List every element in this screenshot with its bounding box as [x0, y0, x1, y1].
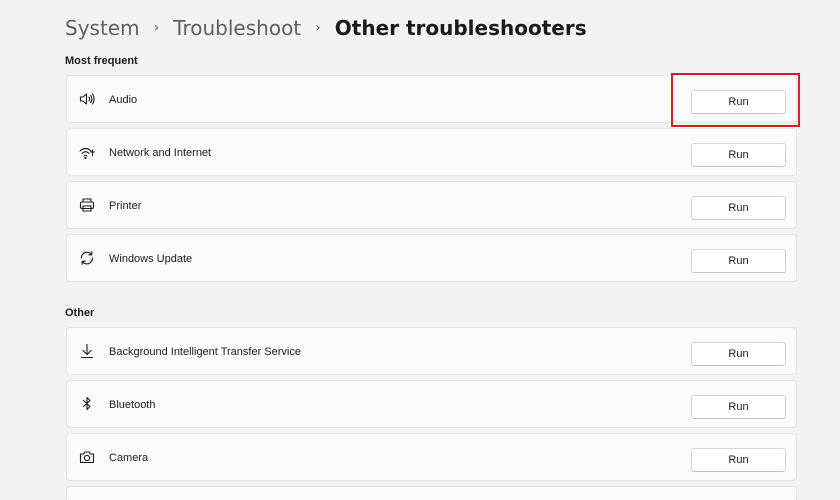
troubleshooter-bits: Background Intelligent Transfer Service …	[66, 327, 797, 375]
troubleshooter-bluetooth: Bluetooth Run	[66, 380, 797, 428]
run-network-button[interactable]: Run	[691, 143, 786, 167]
chevron-right-icon: ›	[153, 20, 160, 36]
troubleshooter-network-and-internet: Network and Internet Run	[66, 128, 797, 176]
section-title-other: Other	[65, 307, 95, 319]
bluetooth-icon	[78, 395, 96, 413]
breadcrumb-troubleshoot[interactable]: Troubleshoot	[173, 16, 301, 40]
download-icon	[78, 342, 96, 360]
breadcrumb-system[interactable]: System	[65, 16, 140, 40]
chevron-right-icon: ›	[315, 20, 321, 36]
run-bluetooth-button[interactable]: Run	[691, 395, 786, 419]
printer-icon	[78, 196, 96, 214]
section-title-most-frequent: Most frequent	[65, 55, 138, 67]
run-printer-button[interactable]: Run	[691, 196, 786, 220]
troubleshooter-label: Windows Update	[109, 253, 193, 265]
troubleshooter-label: Audio	[109, 94, 138, 106]
speaker-icon	[78, 90, 96, 108]
run-windows-update-button[interactable]: Run	[691, 249, 786, 273]
troubleshooter-audio: Audio Run	[66, 75, 797, 123]
breadcrumb: System › Troubleshoot › Other troublesho…	[65, 12, 587, 44]
troubleshooter-label: Bluetooth	[109, 399, 156, 411]
troubleshooter-label: Network and Internet	[109, 147, 212, 159]
run-bits-button[interactable]: Run	[691, 342, 786, 366]
troubleshooter-label: Printer	[109, 200, 142, 212]
sync-icon	[78, 249, 96, 267]
troubleshooter-printer: Printer Run	[66, 181, 797, 229]
run-camera-button[interactable]: Run	[691, 448, 786, 472]
page-title: Other troubleshooters	[334, 16, 587, 40]
troubleshooter-label: Background Intelligent Transfer Service	[109, 346, 301, 358]
troubleshooter-windows-update: Windows Update Run	[66, 234, 797, 282]
camera-icon	[78, 448, 96, 466]
troubleshooter-label: Camera	[109, 452, 149, 464]
troubleshooter-camera: Camera Run	[66, 433, 797, 481]
wifi-icon	[78, 143, 96, 161]
troubleshooter-partial-card	[66, 486, 797, 500]
run-audio-button[interactable]: Run	[691, 90, 786, 114]
